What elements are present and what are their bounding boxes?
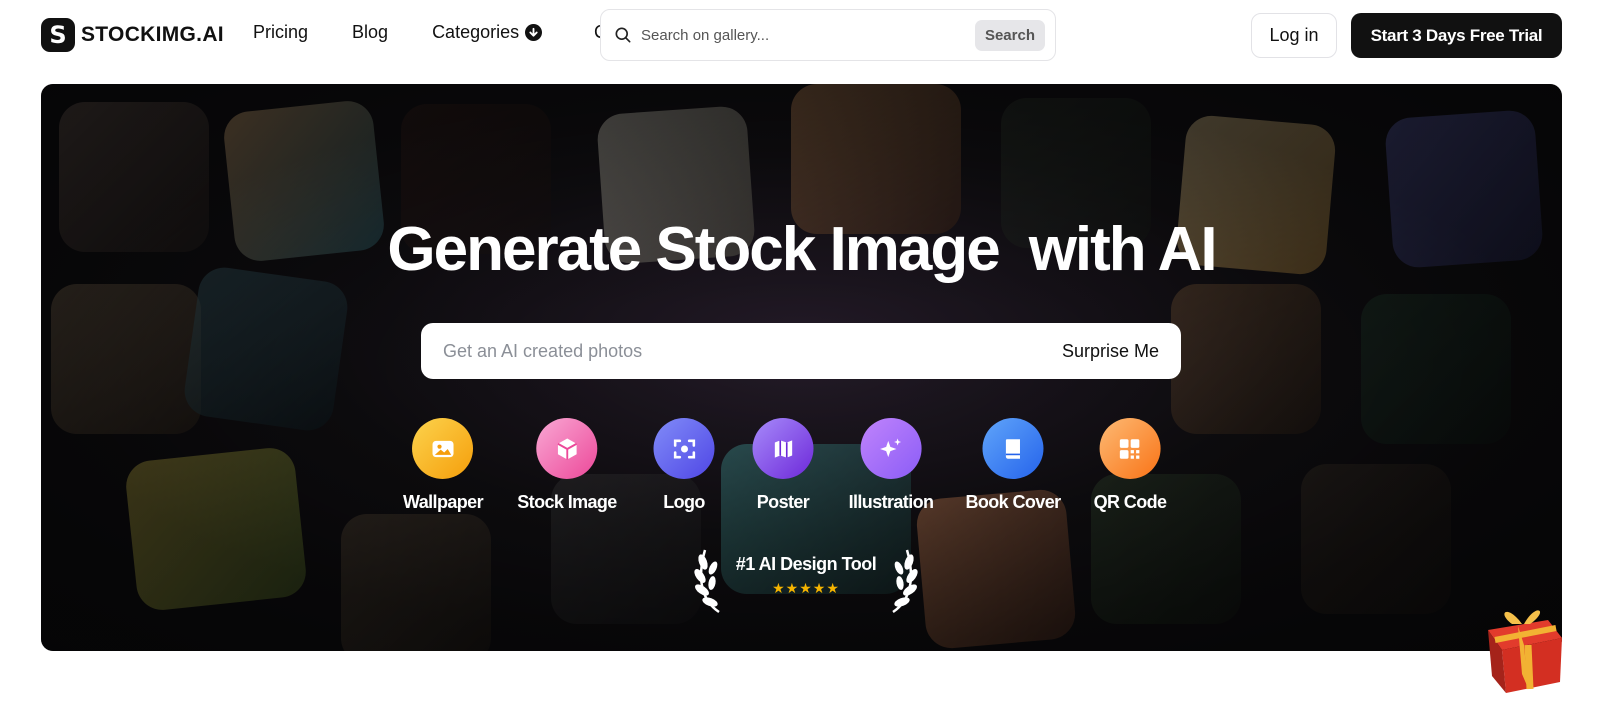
category-logo[interactable]: Logo <box>653 418 715 513</box>
gallery-search-button[interactable]: Search <box>974 19 1045 51</box>
main-nav: Pricing Blog Categories <box>253 22 586 43</box>
free-trial-button[interactable]: Start 3 Days Free Trial <box>1351 13 1562 58</box>
category-label: Logo <box>663 492 705 512</box>
category-label: Stock Image <box>517 492 617 512</box>
prompt-input[interactable] <box>443 340 1062 362</box>
hero-title-part1: Generate Stock Image <box>387 215 1000 284</box>
logo-mark-icon: S <box>41 18 75 52</box>
category-qr-code[interactable]: QR Code <box>1094 418 1167 513</box>
category-poster[interactable]: Poster <box>752 418 814 513</box>
category-label: Poster <box>756 492 810 512</box>
rating-stars: ★★★★★ <box>772 580 840 596</box>
gallery-search-bar: Search <box>600 9 1056 61</box>
book-icon <box>982 418 1044 479</box>
brand-logo[interactable]: S STOCKIMG.AI <box>41 18 224 52</box>
award-badge: #1 AI Design Tool ★★★★★ <box>691 542 921 622</box>
gallery-search-input[interactable] <box>641 26 975 44</box>
category-label: QR Code <box>1093 492 1167 512</box>
category-stock-image[interactable]: Stock Image <box>517 418 617 513</box>
brand-name: STOCKIMG.AI <box>81 23 224 46</box>
qr-icon <box>1099 418 1161 479</box>
cube-icon <box>536 418 598 479</box>
map-icon <box>752 418 814 479</box>
nav-categories-label: Categories <box>432 22 520 42</box>
gift-box-icon[interactable] <box>1478 598 1568 693</box>
hero-banner: Generate Stock Imagewith AI Surprise Me … <box>41 84 1562 651</box>
category-label: Illustration <box>848 492 934 512</box>
nav-categories[interactable]: Categories <box>432 22 543 43</box>
category-wallpaper[interactable]: Wallpaper <box>403 418 484 513</box>
hero-title: Generate Stock Image with AI <box>41 214 1562 285</box>
chevron-down-icon <box>525 24 543 41</box>
image-icon <box>412 418 474 479</box>
category-label: Wallpaper <box>403 492 484 512</box>
category-illustration[interactable]: Illustration <box>849 418 934 513</box>
top-header: S STOCKIMG.AI Pricing Blog Categories C … <box>0 0 1600 72</box>
category-book-cover[interactable]: Book Cover <box>965 418 1061 513</box>
prompt-bar: Surprise Me <box>421 323 1181 379</box>
category-label: Book Cover <box>965 492 1061 512</box>
nav-blog[interactable]: Blog <box>352 22 388 43</box>
focus-icon <box>653 418 715 479</box>
sparkles-icon <box>860 418 922 479</box>
nav-pricing[interactable]: Pricing <box>253 22 308 43</box>
surprise-me-button[interactable]: Surprise Me <box>1062 341 1159 362</box>
login-button[interactable]: Log in <box>1251 13 1337 58</box>
award-title: #1 AI Design Tool <box>735 554 877 574</box>
hero-title-part2: with AI <box>1028 215 1218 284</box>
search-icon <box>615 27 631 43</box>
